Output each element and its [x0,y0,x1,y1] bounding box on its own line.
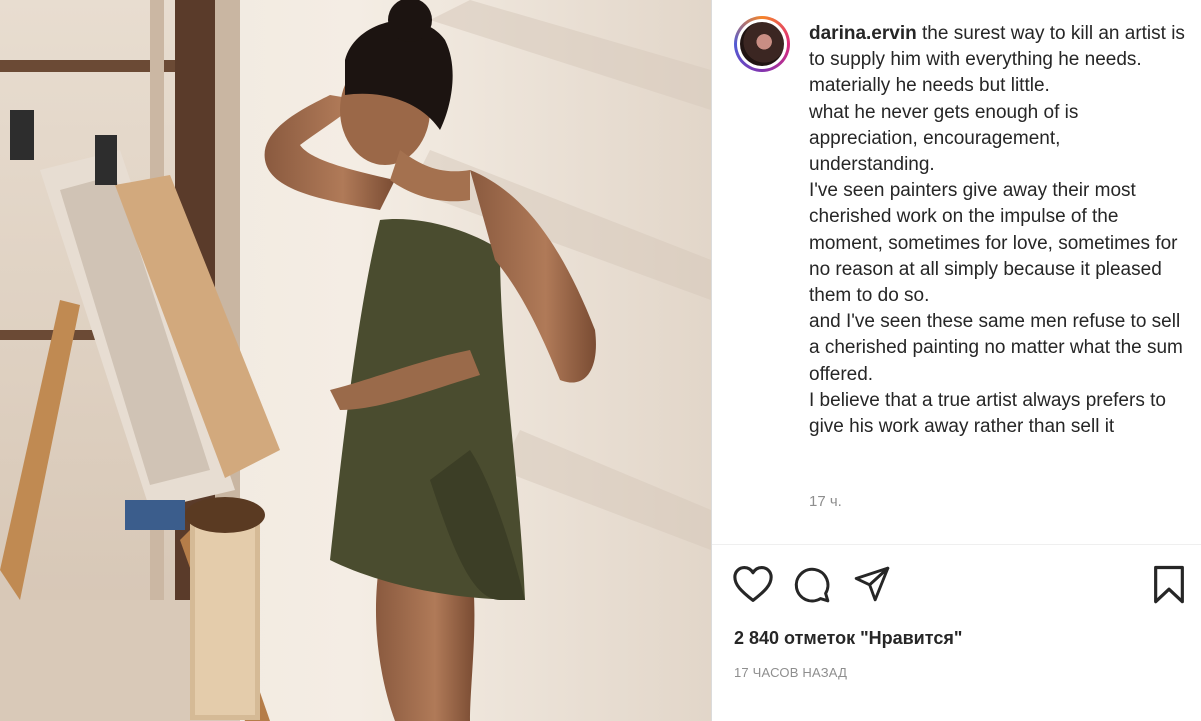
actions-divider [712,544,1201,545]
caption-text: I believe that a true artist always pref… [809,389,1166,438]
caption-text: I've seen painters give away their most … [809,180,1178,307]
likes-count[interactable]: 2 840 отметок "Нравится" [734,628,962,649]
avatar[interactable] [734,16,790,72]
heart-icon[interactable] [732,565,774,603]
caption-text: what he never gets enough of is apprecia… [809,101,1079,176]
caption-first-line: darina.ervin the surest way to kill an a… [809,21,1189,73]
avatar-image [740,22,784,66]
post-photo-image [0,0,711,721]
caption-timestamp[interactable]: 17 ч. [809,493,842,510]
post-side-panel: darina.ervin the surest way to kill an a… [712,0,1201,721]
avatar-ring [737,19,787,69]
caption-text: and I've seen these same men refuse to s… [809,311,1183,385]
caption-text: materially he needs but little. [809,75,1050,97]
post-photo[interactable] [0,0,711,721]
share-icon[interactable] [852,565,892,603]
comment-icon[interactable] [792,566,832,604]
post-date[interactable]: 17 ЧАСОВ НАЗАД [734,665,847,680]
bookmark-icon[interactable] [1151,565,1187,605]
username-link[interactable]: darina.ervin [809,23,917,44]
post-caption: darina.ervin the surest way to kill an a… [809,21,1189,440]
